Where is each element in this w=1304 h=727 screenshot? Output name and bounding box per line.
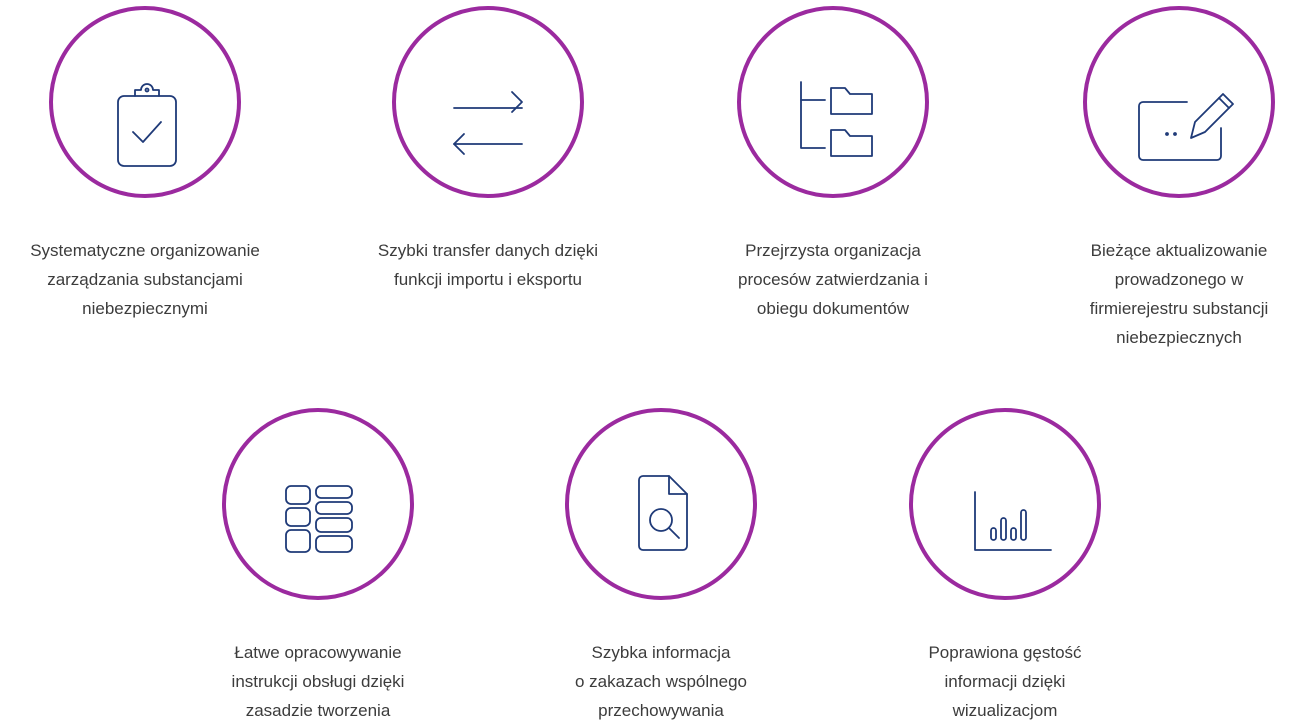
caption-line: Poprawiona gęstość bbox=[928, 643, 1082, 662]
feature-caption: Łatwe opracowywanie instrukcji obsługi d… bbox=[168, 638, 468, 725]
caption-line: instrukcji obsługi dzięki bbox=[231, 672, 405, 691]
feature-caption: Przejrzysta organizacja procesów zatwier… bbox=[683, 236, 983, 323]
caption-line: procesów zatwierdzania i bbox=[738, 270, 928, 289]
feature-icon-circle bbox=[565, 408, 757, 600]
feature-caption: Szybki transfer danych dzięki funkcji im… bbox=[338, 236, 638, 294]
feature-caption: Poprawiona gęstość informacji dzięki wiz… bbox=[855, 638, 1155, 725]
caption-line: Systematyczne organizowanie bbox=[30, 241, 260, 260]
caption-line: Łatwe opracowywanie bbox=[234, 643, 402, 662]
caption-line: zasadzie tworzenia bbox=[245, 701, 391, 720]
bar-chart-icon bbox=[974, 491, 1052, 551]
edit-pencil-icon bbox=[1138, 93, 1234, 161]
caption-line: prowadzonego w bbox=[1114, 270, 1244, 289]
caption-line: zarządzania substancjami bbox=[47, 270, 243, 289]
caption-line: Szybki transfer danych dzięki bbox=[377, 241, 599, 260]
feature-caption: Szybka informacja o zakazach wspólnego p… bbox=[511, 638, 811, 725]
caption-line: Bieżące aktualizowanie bbox=[1090, 241, 1268, 260]
caption-line: firmierejestru substancji bbox=[1089, 299, 1269, 318]
transfer-arrows-icon bbox=[453, 91, 523, 155]
caption-line: wizualizacjom bbox=[952, 701, 1058, 720]
caption-line: przechowywania bbox=[598, 701, 724, 720]
folder-tree-icon bbox=[800, 81, 873, 157]
feature-icon-circle bbox=[737, 6, 929, 198]
caption-line: o zakazach wspólnego bbox=[574, 672, 747, 691]
document-search-icon bbox=[638, 475, 688, 551]
caption-line: informacji dzięki bbox=[944, 672, 1066, 691]
feature-icon-circle bbox=[909, 408, 1101, 600]
feature-caption: Systematyczne organizowanie zarządzania … bbox=[0, 236, 295, 323]
caption-line: Przejrzysta organizacja bbox=[745, 241, 921, 260]
caption-line: niebezpiecznych bbox=[1116, 328, 1242, 347]
feature-icon-circle bbox=[222, 408, 414, 600]
feature-icon-circle bbox=[1083, 6, 1275, 198]
feature-caption: Bieżące aktualizowanie prowadzonego w fi… bbox=[1029, 236, 1304, 352]
caption-line: niebezpiecznymi bbox=[82, 299, 208, 318]
clipboard-check-icon bbox=[117, 83, 177, 167]
caption-line: funkcji importu i eksportu bbox=[393, 270, 583, 289]
feature-icon-circle bbox=[49, 6, 241, 198]
layout-grid-icon bbox=[285, 485, 353, 553]
feature-icon-circle bbox=[392, 6, 584, 198]
caption-line: obiegu dokumentów bbox=[756, 299, 910, 318]
caption-line: Szybka informacja bbox=[591, 643, 731, 662]
